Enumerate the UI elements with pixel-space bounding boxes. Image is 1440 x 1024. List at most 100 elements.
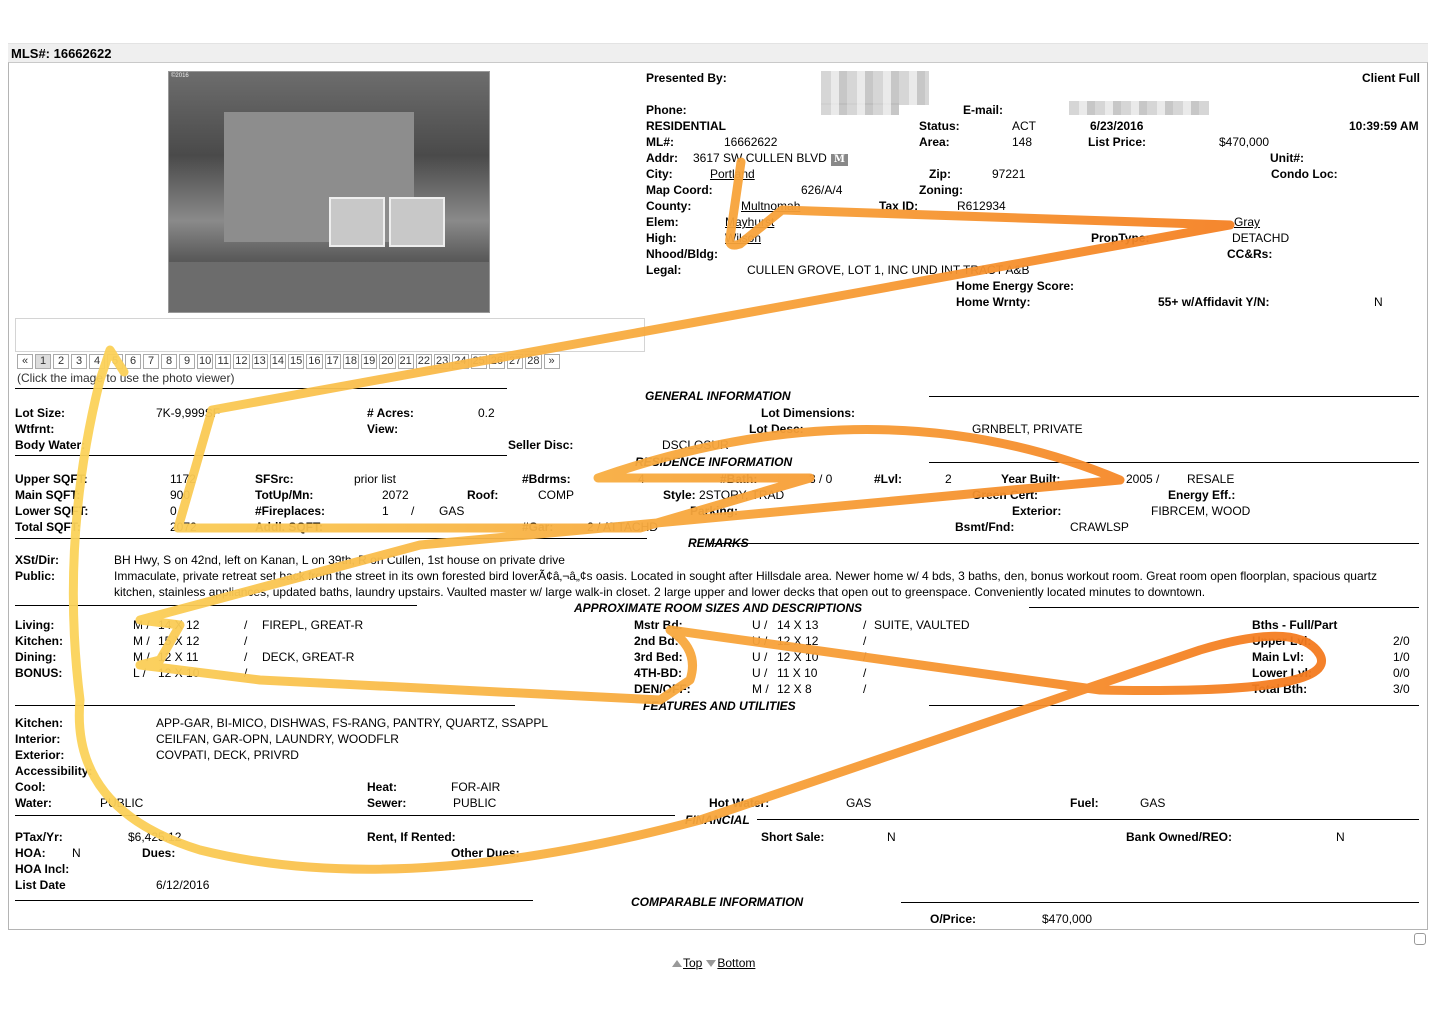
exterior-label: Exterior: — [1012, 504, 1062, 518]
fuel-label: Fuel: — [1070, 796, 1099, 810]
county-link[interactable]: Multnomah — [741, 199, 800, 213]
pager-page[interactable]: 1 — [35, 354, 51, 369]
energy-eff-label: Energy Eff.: — [1168, 488, 1236, 502]
house-photo[interactable]: ©2016 — [168, 71, 490, 313]
sewer-label: Sewer: — [367, 796, 407, 810]
pager-page[interactable]: 2 — [53, 354, 69, 369]
view-label: View: — [367, 422, 399, 436]
room-size: 14 X 13 — [777, 618, 819, 632]
map-icon[interactable]: M — [830, 154, 848, 166]
style-label: Style: — [663, 488, 696, 502]
select-checkbox[interactable] — [1414, 933, 1426, 945]
room-name: BONUS: — [15, 666, 63, 680]
pager-page[interactable]: 4 — [89, 354, 105, 369]
garage-door — [329, 197, 385, 247]
affidavit-label: 55+ w/Affidavit Y/N: — [1158, 295, 1270, 309]
public-remarks-line1: Immaculate, private retreat set back fro… — [114, 569, 1377, 583]
zoning-label: Zoning: — [919, 183, 963, 197]
pager-page[interactable]: 26 — [488, 354, 505, 369]
room-lvl: U / — [752, 618, 768, 632]
addl-sqft-label: Addl. SQFT: — [255, 520, 323, 534]
sfsrc-label: SFSrc: — [255, 472, 294, 486]
pager-page[interactable]: 19 — [361, 354, 378, 369]
ml-value: 16662622 — [724, 135, 778, 149]
divider — [15, 455, 507, 456]
room-lvl: M / — [752, 682, 769, 696]
pager-page[interactable]: 14 — [269, 354, 286, 369]
pager-page[interactable]: 27 — [507, 354, 524, 369]
public-remarks-label: Public: — [15, 569, 56, 583]
pager-prev[interactable]: « — [17, 354, 33, 369]
arrow-down-icon — [706, 960, 717, 967]
divider — [709, 543, 1419, 544]
pager-page[interactable]: 25 — [470, 354, 487, 369]
middle-school-link[interactable]: Gray — [1234, 215, 1260, 229]
status-label: Status: — [919, 119, 960, 133]
hoa-incl-label: HOA Incl: — [15, 862, 70, 876]
room-name: 4TH-BD: — [634, 666, 682, 680]
top-link[interactable]: Top — [683, 956, 702, 970]
pager-page[interactable]: 22 — [415, 354, 432, 369]
pager-page[interactable]: 20 — [379, 354, 396, 369]
main-sqft-label: Main SQFT: — [15, 488, 81, 502]
report-time: 10:39:59 AM — [1349, 119, 1419, 133]
pager-page[interactable]: 11 — [215, 354, 232, 369]
heat-label: Heat: — [367, 780, 398, 794]
tax-id-label: Tax ID: — [879, 199, 919, 213]
style-value: 2STORY, TRAD — [699, 488, 785, 502]
hot-water-label: Hot Water: — [709, 796, 770, 810]
pager-page[interactable]: 10 — [197, 354, 214, 369]
divider — [15, 538, 647, 539]
bsmt-label: Bsmt/Fnd: — [955, 520, 1015, 534]
pager-page[interactable]: 23 — [434, 354, 451, 369]
room-size: 12 X 12 — [777, 634, 819, 648]
pager-page[interactable]: 12 — [233, 354, 250, 369]
section-financial: FINANCIAL — [685, 813, 750, 827]
condo-loc-label: Condo Loc: — [1271, 167, 1338, 181]
year-built-value: 2005 / — [1126, 472, 1160, 486]
room-lvl: L / — [133, 666, 146, 680]
oprice-value: $470,000 — [1042, 912, 1093, 926]
redacted-agent-name — [821, 71, 929, 105]
room-sep: / — [244, 618, 248, 632]
elem-school-link[interactable]: Mayhurst — [725, 215, 774, 229]
green-cert-label: Green Cert: — [972, 488, 1039, 502]
pager-page[interactable]: 16 — [306, 354, 323, 369]
pager-next[interactable]: » — [543, 354, 560, 369]
pager-page[interactable]: 3 — [71, 354, 87, 369]
city-link[interactable]: Portland — [710, 167, 755, 181]
pager-page[interactable]: 28 — [525, 354, 542, 369]
pager-page[interactable]: 6 — [125, 354, 141, 369]
pager-page[interactable]: 5 — [107, 354, 123, 369]
room-size: 12 X 11 — [158, 650, 199, 664]
divider — [929, 705, 1419, 706]
divider — [15, 605, 417, 606]
section-features: FEATURES AND UTILITIES — [643, 699, 796, 713]
hoa-label: HOA: — [15, 846, 46, 860]
pager-page[interactable]: 15 — [288, 354, 305, 369]
pager-page[interactable]: 24 — [452, 354, 469, 369]
interior-label: Interior: — [15, 732, 61, 746]
zip-label: Zip: — [929, 167, 951, 181]
short-sale-label: Short Sale: — [761, 830, 825, 844]
listing-type: RESIDENTIAL — [646, 119, 727, 133]
pager-page[interactable]: 13 — [251, 354, 268, 369]
water-label: Water: — [15, 796, 52, 810]
xst-label: XSt/Dir: — [15, 553, 60, 567]
pager-page[interactable]: 18 — [342, 354, 359, 369]
pager-page[interactable]: 17 — [324, 354, 341, 369]
reo-value: N — [1336, 830, 1345, 844]
high-school-link[interactable]: Wilson — [725, 231, 761, 245]
pager-page[interactable]: 8 — [161, 354, 177, 369]
year-built-type: RESALE — [1187, 472, 1235, 486]
year-built-label: Year Built: — [1001, 472, 1061, 486]
pager-page[interactable]: 21 — [397, 354, 414, 369]
bottom-link[interactable]: Bottom — [717, 956, 755, 970]
divider — [15, 388, 507, 389]
pager-page[interactable]: 7 — [143, 354, 159, 369]
lvl-value: 2 — [945, 472, 952, 486]
xst-value: BH Hwy, S on 42nd, left on Kanan, L on 3… — [114, 553, 565, 567]
pager-page[interactable]: 9 — [179, 354, 195, 369]
report-date: 6/23/2016 — [1090, 119, 1144, 133]
bath-level-label: Main Lvl: — [1252, 650, 1305, 664]
